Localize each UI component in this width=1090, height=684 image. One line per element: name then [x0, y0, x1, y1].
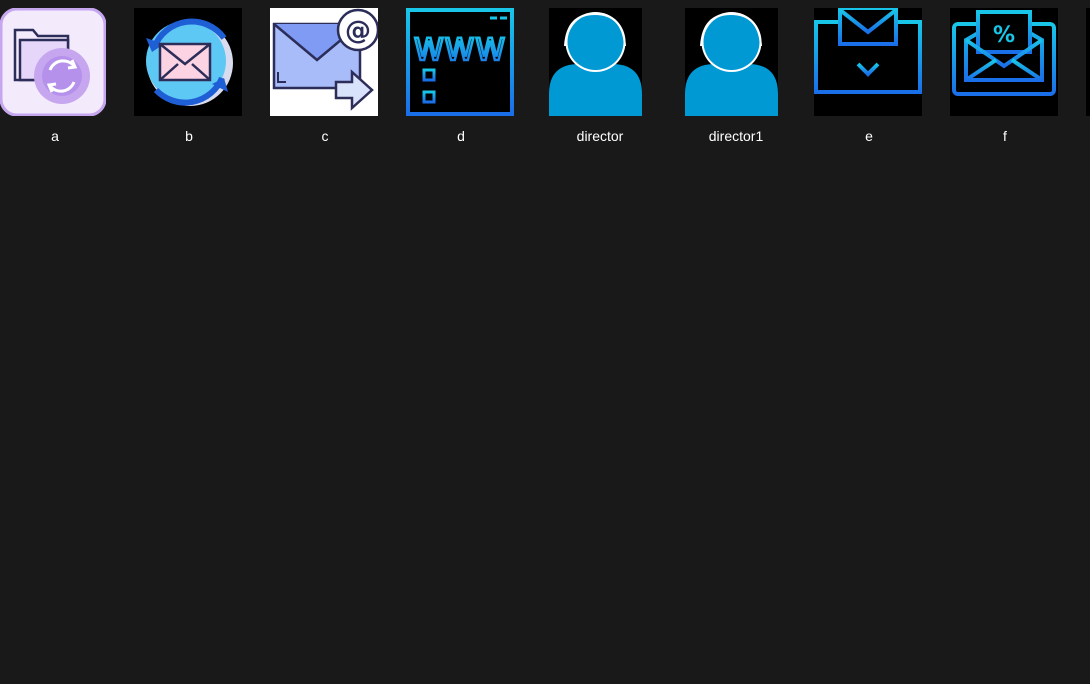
user-avatar-icon — [549, 8, 642, 116]
file-label: d — [457, 128, 465, 144]
user-avatar-icon — [685, 8, 778, 116]
file-thumbnail — [1086, 8, 1090, 116]
file-item-director[interactable]: director — [545, 8, 655, 148]
svg-text:%: % — [993, 23, 1015, 48]
file-label: director1 — [708, 128, 764, 144]
mail-refresh-icon — [134, 8, 242, 116]
web-page-icon: WWW — [406, 8, 514, 116]
file-label: f — [1003, 128, 1007, 144]
file-item-partial[interactable] — [1086, 8, 1090, 148]
svg-text:@: @ — [345, 16, 371, 46]
file-item-d[interactable]: WWW d — [406, 8, 516, 148]
monitor-mail-discount-icon: % — [950, 8, 1058, 116]
file-item-e[interactable]: e — [814, 8, 924, 148]
file-item-f[interactable]: % f — [950, 8, 1060, 148]
file-label: e — [865, 128, 873, 144]
file-item-b[interactable]: b — [134, 8, 244, 148]
svg-text:WWW: WWW — [414, 33, 506, 68]
file-label: b — [185, 128, 193, 144]
file-item-a[interactable]: a — [0, 8, 110, 148]
folder-sync-icon — [0, 8, 106, 116]
file-label: a — [51, 128, 59, 144]
file-label: c — [321, 128, 329, 144]
email-forward-icon: @ — [270, 8, 378, 116]
monitor-mail-download-icon — [814, 8, 922, 116]
file-label: director — [576, 128, 624, 144]
file-item-c[interactable]: @ c — [270, 8, 380, 148]
file-item-director1[interactable]: director1 — [681, 8, 791, 148]
file-grid: a b @ c WWW d director director1 e % f — [0, 0, 1090, 684]
